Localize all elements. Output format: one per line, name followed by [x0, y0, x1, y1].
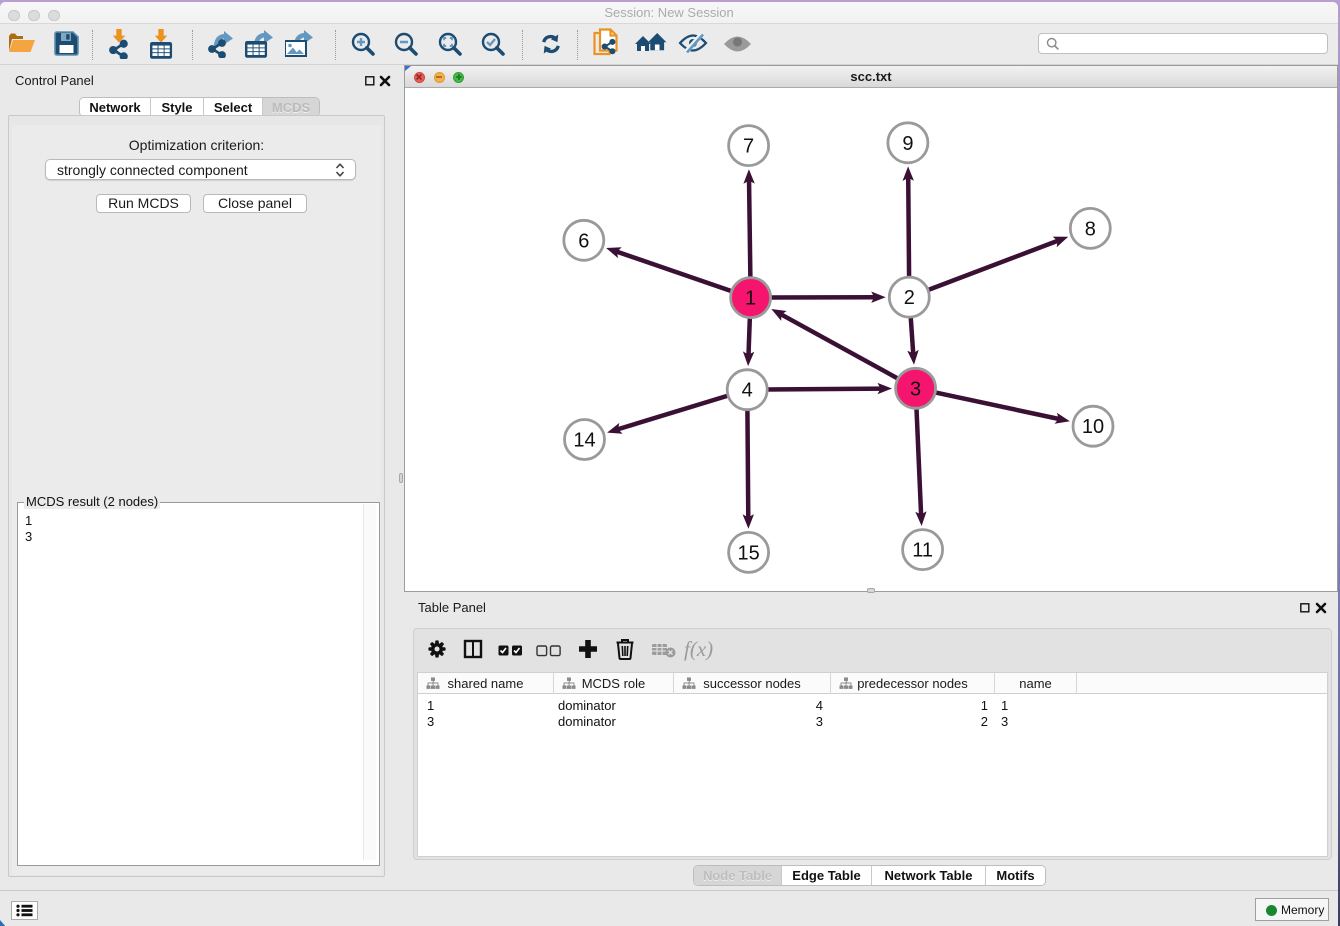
- svg-text:10: 10: [1082, 416, 1104, 438]
- svg-text:2: 2: [904, 287, 915, 309]
- svg-text:7: 7: [743, 136, 754, 158]
- svg-text:6: 6: [578, 230, 589, 252]
- svg-text:14: 14: [573, 430, 595, 452]
- svg-text:15: 15: [737, 542, 759, 564]
- svg-text:1: 1: [745, 288, 756, 310]
- svg-text:9: 9: [902, 133, 913, 155]
- svg-text:8: 8: [1085, 218, 1096, 240]
- svg-text:4: 4: [742, 380, 753, 402]
- svg-text:3: 3: [910, 378, 921, 400]
- svg-text:11: 11: [912, 540, 933, 562]
